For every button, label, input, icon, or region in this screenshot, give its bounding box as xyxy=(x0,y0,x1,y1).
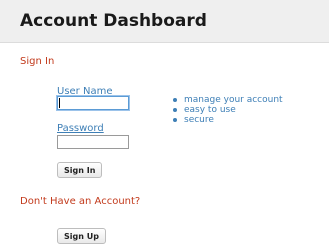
header-bar: Account Dashboard xyxy=(0,0,329,43)
benefit-label: secure xyxy=(184,115,214,125)
sign-in-button[interactable]: Sign In xyxy=(57,162,103,178)
page-title: Account Dashboard xyxy=(20,11,207,31)
password-label[interactable]: Password xyxy=(57,123,104,134)
sign-in-heading: Sign In xyxy=(20,56,55,67)
bullet-icon xyxy=(173,118,177,122)
sign-up-heading: Don't Have an Account? xyxy=(20,196,141,207)
benefit-label: manage your account xyxy=(184,95,283,105)
benefit-label: easy to use xyxy=(184,105,236,115)
password-field[interactable] xyxy=(57,135,129,149)
text-caret xyxy=(59,98,60,108)
benefit-item: manage your account xyxy=(173,95,283,105)
sign-up-button[interactable]: Sign Up xyxy=(57,228,106,244)
username-field[interactable] xyxy=(57,96,129,110)
benefits-list: manage your account easy to use secure xyxy=(173,95,283,125)
benefit-item: easy to use xyxy=(173,105,283,115)
bullet-icon xyxy=(173,98,177,102)
bullet-icon xyxy=(173,108,177,112)
benefit-item: secure xyxy=(173,115,283,125)
